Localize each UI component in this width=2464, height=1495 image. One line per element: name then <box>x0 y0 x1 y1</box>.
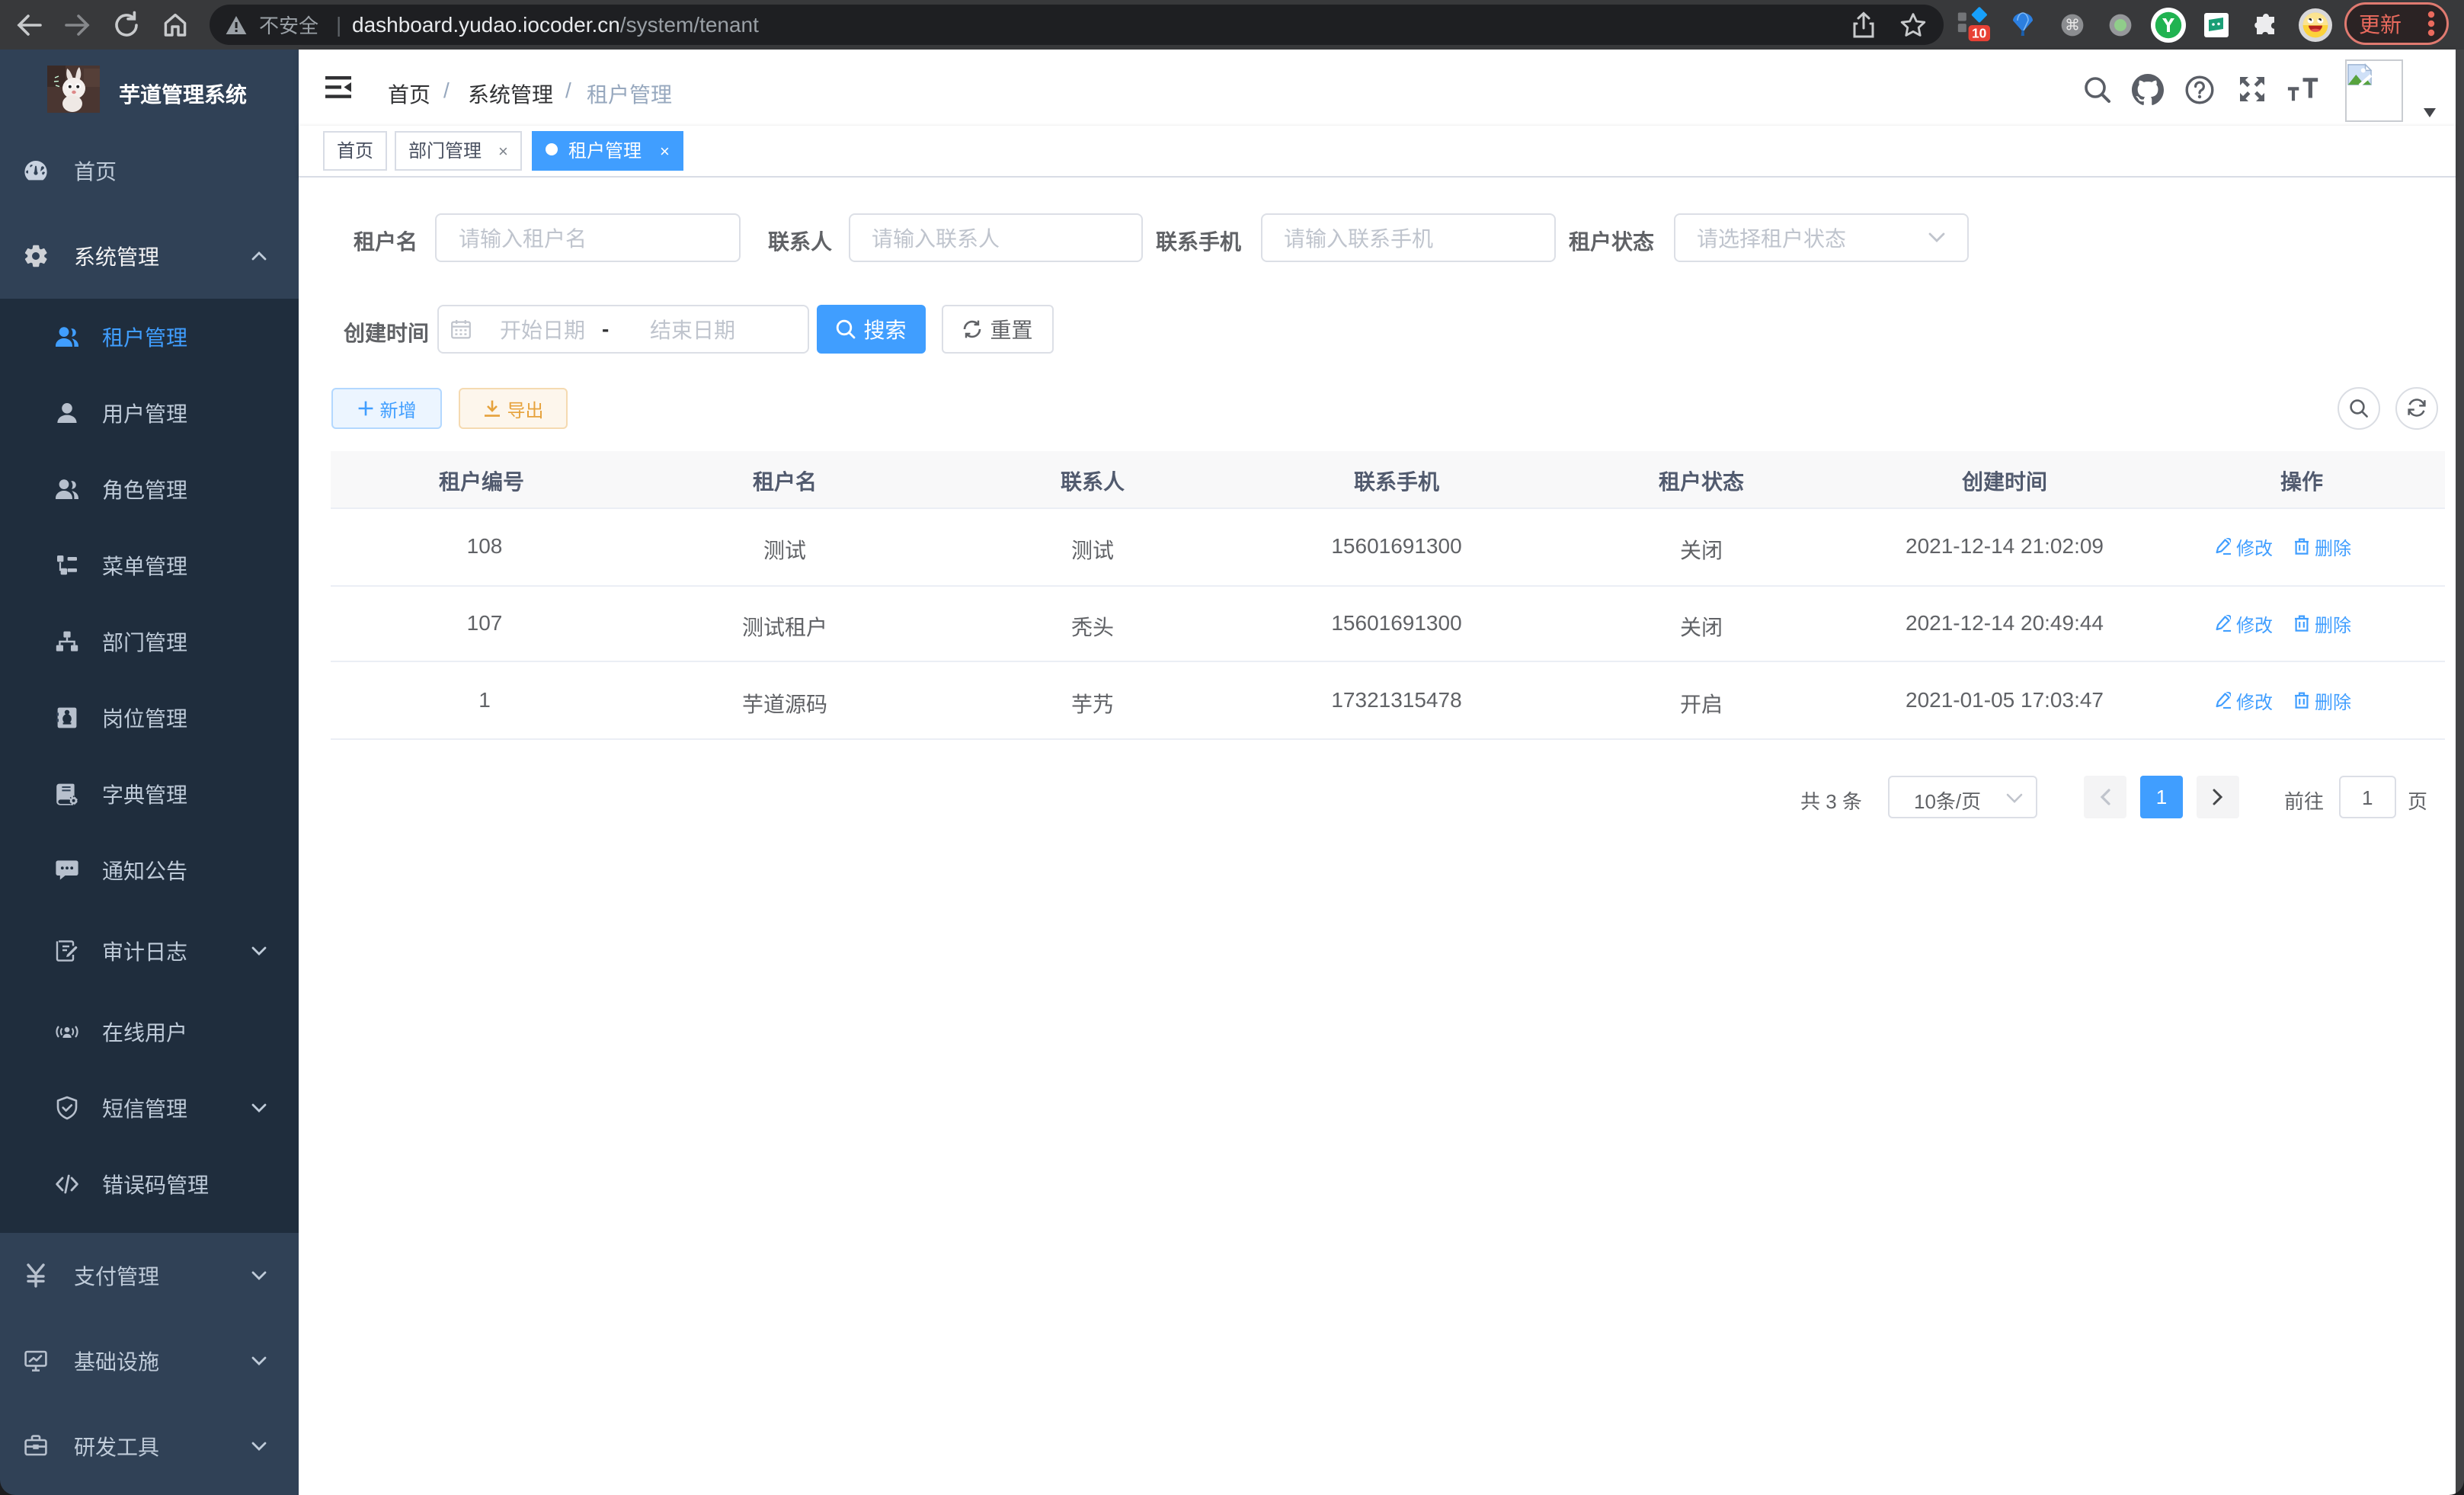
svg-text:10: 10 <box>1972 25 1986 40</box>
svg-text:⌘: ⌘ <box>2065 17 2080 34</box>
